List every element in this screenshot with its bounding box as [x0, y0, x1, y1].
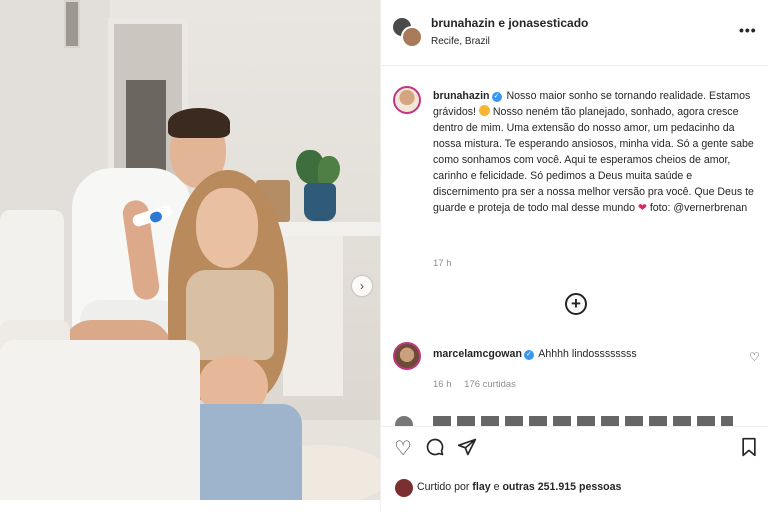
comment-username[interactable]: marcelamcgowan [433, 348, 522, 360]
more-horizontal-icon[interactable]: ••• [739, 22, 757, 38]
photo-woman-face [196, 188, 258, 268]
caption-text: foto: [649, 202, 671, 214]
photo-shelf-base [283, 236, 343, 396]
photo-wall-frame [64, 0, 80, 48]
comment-text: Ahhhh lindossssssss [538, 348, 637, 360]
comment-partial [393, 414, 753, 426]
verified-badge-icon: ✓ [523, 350, 534, 360]
verified-badge-icon: ✓ [491, 92, 502, 102]
chevron-right-icon: › [360, 279, 364, 293]
caption-author-avatar[interactable] [393, 86, 421, 114]
caption-text: Nosso neném tão planejado, sonhado, agor… [433, 106, 754, 214]
caption-timestamp[interactable]: 17 h [433, 258, 452, 269]
post-caption: brunahazin ✓ Nosso maior sonho se tornand… [433, 88, 757, 216]
comment-meta: 16 h 176 curtidas [433, 379, 526, 390]
comment-likes-count[interactable]: 176 curtidas [464, 379, 516, 390]
comment-like-heart-icon[interactable]: ♡ [749, 350, 760, 364]
red-heart-emoji-icon: ❤ [637, 202, 647, 214]
photo-sofa [0, 340, 200, 500]
photo-woman-top [186, 270, 274, 360]
likes-others[interactable]: outras 251.915 pessoas [502, 481, 621, 493]
likes-prefix: Curtido por [417, 481, 470, 493]
likes-user[interactable]: flay [472, 481, 490, 493]
photo-plant [318, 156, 340, 184]
caption-mention[interactable]: @vernerbrenan [673, 202, 747, 214]
post-location[interactable]: Recife, Brazil [431, 36, 490, 47]
caption-username[interactable]: brunahazin [433, 90, 490, 102]
plus-circle-icon[interactable]: + [565, 293, 587, 315]
comment-icon[interactable] [423, 437, 447, 461]
collaborator-avatars[interactable] [391, 16, 425, 50]
post-actions: ♡ Curtido por flay e outras 251.915 pess… [381, 426, 768, 512]
collaborators-names[interactable]: brunahazin e jonasesticado [431, 16, 588, 30]
likes-conjunction: e [493, 481, 500, 493]
photo-woman-jeans [182, 404, 302, 500]
heart-icon[interactable]: ♡ [391, 437, 415, 461]
comment-text-partial [433, 416, 733, 426]
bookmark-icon[interactable] [737, 437, 761, 461]
post-sidebar: brunahazin e jonasesticado Recife, Brazi… [380, 0, 768, 512]
post-photo[interactable]: › [0, 0, 380, 500]
next-photo-button[interactable]: › [352, 276, 372, 296]
liker-avatar[interactable] [395, 479, 413, 497]
avatar [395, 416, 413, 426]
likes-summary[interactable]: Curtido por flay e outras 251.915 pessoa… [417, 481, 621, 493]
comment-author-avatar[interactable] [393, 342, 421, 370]
photo-man-hair [168, 108, 230, 138]
comment: marcelamcgowan ✓ Ahhhh lindossssssss [433, 348, 637, 360]
send-icon[interactable] [455, 437, 479, 461]
photo-vase [304, 183, 336, 221]
comment-timestamp[interactable]: 16 h [433, 379, 452, 390]
avatar[interactable] [401, 26, 423, 48]
post-header: brunahazin e jonasesticado Recife, Brazi… [381, 0, 768, 66]
heart-eyes-emoji-icon [478, 105, 490, 116]
